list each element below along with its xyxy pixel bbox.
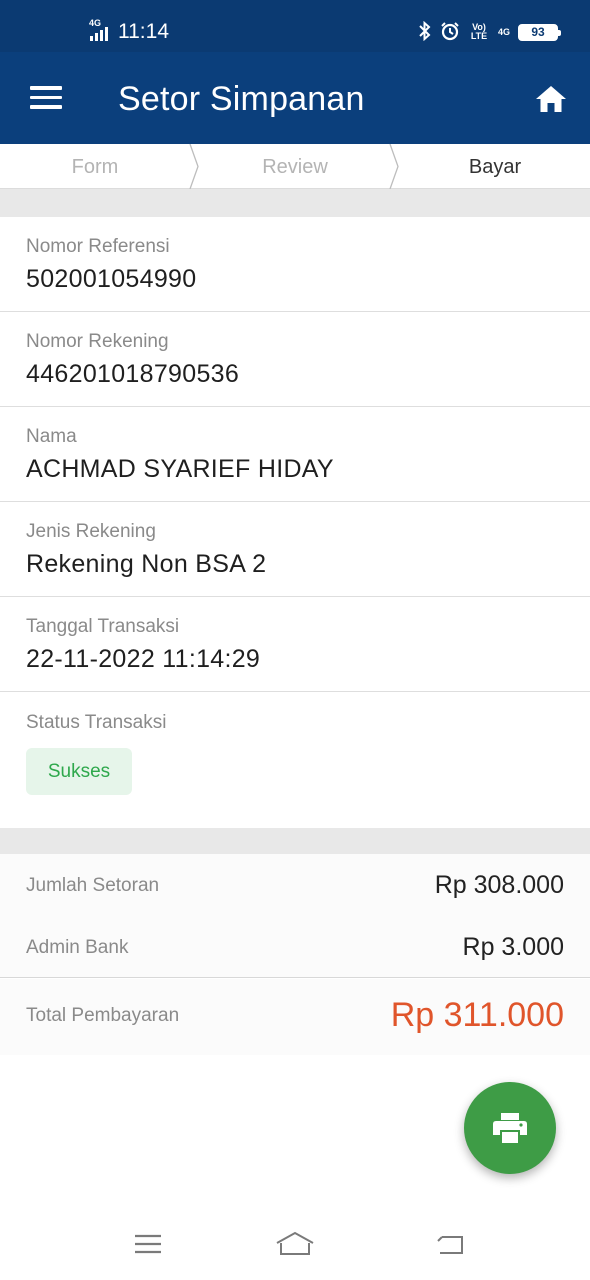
step-form: Form [71, 156, 119, 178]
volte-indicator: Vo) LTE [470, 22, 488, 41]
menu-icon[interactable] [30, 86, 62, 112]
signal-icon: 4G [88, 19, 110, 43]
battery-level: 93 [531, 25, 545, 39]
detail-label: Nomor Rekening [26, 331, 169, 352]
step-indicator: Form Review Bayar [0, 144, 590, 189]
total-label: Total Pembayaran [26, 1005, 180, 1026]
payment-summary: Jumlah Setoran Rp 308.000 Admin Bank Rp … [0, 854, 590, 978]
summary-label: Jumlah Setoran [26, 875, 160, 896]
back-icon[interactable] [430, 1226, 470, 1262]
battery-icon: 93 [518, 23, 561, 41]
detail-transaction-date: Tanggal Transaksi 22-11-2022 11:14:29 [0, 597, 590, 692]
home-nav-icon[interactable] [275, 1226, 315, 1262]
print-button[interactable] [464, 1082, 556, 1174]
page-title: Setor Simpanan [118, 80, 365, 118]
bluetooth-icon [418, 20, 432, 44]
status-badge: Sukses [26, 748, 132, 795]
detail-value: 502001054990 [26, 265, 197, 293]
print-icon [493, 1113, 527, 1143]
detail-label: Nama [26, 426, 77, 447]
status-label: Status Transaksi [26, 712, 167, 733]
detail-value: ACHMAD SYARIEF HIDAY [26, 455, 334, 483]
detail-label: Jenis Rekening [26, 521, 156, 542]
detail-label: Nomor Referensi [26, 236, 170, 257]
detail-value: 446201018790536 [26, 360, 240, 388]
section-divider [0, 828, 590, 854]
step-chevron-icon [189, 144, 199, 189]
step-review: Review [262, 156, 328, 178]
system-navigation-bar [0, 1210, 590, 1280]
section-divider [0, 189, 590, 217]
summary-row-deposit: Jumlah Setoran Rp 308.000 [0, 854, 590, 916]
network-type-right: 4G [497, 26, 510, 37]
status-time: 11:14 [118, 20, 169, 43]
home-icon[interactable] [534, 84, 568, 114]
detail-reference-number: Nomor Referensi 502001054990 [0, 217, 590, 312]
detail-value: Rekening Non BSA 2 [26, 550, 267, 578]
step-chevron-icon [389, 144, 399, 189]
detail-account-number: Nomor Rekening 446201018790536 [0, 312, 590, 407]
app-bar: Setor Simpanan [0, 52, 590, 144]
detail-account-type: Jenis Rekening Rekening Non BSA 2 [0, 502, 590, 597]
total-payment-row: Total Pembayaran Rp 311.000 [0, 979, 590, 1055]
summary-value: Rp 308.000 [434, 871, 564, 899]
detail-value: 22-11-2022 11:14:29 [26, 645, 261, 673]
summary-value: Rp 3.000 [462, 933, 564, 961]
step-bayar: Bayar [468, 156, 522, 178]
status-bar: 4G 11:14 Vo) LTE 4G 93 [0, 0, 590, 52]
total-value: Rp 311.000 [390, 996, 564, 1034]
detail-label: Tanggal Transaksi [26, 616, 180, 637]
summary-row-admin-fee: Admin Bank Rp 3.000 [0, 916, 590, 978]
recent-apps-icon[interactable] [128, 1226, 168, 1262]
alarm-icon [440, 21, 460, 44]
summary-label: Admin Bank [26, 937, 129, 958]
detail-name: Nama ACHMAD SYARIEF HIDAY [0, 407, 590, 502]
transaction-status: Status Transaksi Sukses [0, 692, 590, 828]
